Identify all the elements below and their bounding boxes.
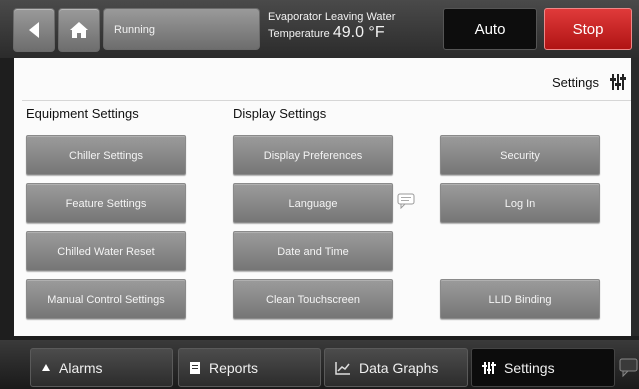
back-button[interactable] [13, 8, 55, 52]
evap-label-line2: Temperature 49.0 °F [268, 24, 438, 43]
evap-temperature-value: 49.0 °F [332, 24, 385, 41]
chat-bubble-icon [397, 193, 415, 209]
stop-button[interactable]: Stop [544, 8, 632, 50]
tab-reports-label: Reports [209, 359, 259, 376]
display-preferences-button[interactable]: Display Preferences [233, 135, 393, 175]
top-bar: Running Evaporator Leaving Water Tempera… [0, 0, 639, 58]
panel-title: Settings [552, 74, 599, 90]
auto-button[interactable]: Auto [443, 8, 537, 50]
chilled-water-reset-button[interactable]: Chilled Water Reset [26, 231, 186, 271]
tab-settings-label: Settings [504, 359, 555, 376]
settings-sliders-icon [482, 361, 496, 374]
tab-data-graphs-label: Data Graphs [359, 359, 439, 376]
chat-bubble-icon[interactable] [618, 356, 638, 378]
security-button[interactable]: Security [440, 135, 600, 175]
display-settings-title: Display Settings [233, 106, 327, 121]
bottom-nav: Alarms Reports Data Graphs Settings [0, 340, 639, 389]
language-button[interactable]: Language [233, 183, 393, 223]
tab-alarms[interactable]: Alarms [30, 348, 173, 387]
settings-sliders-icon [610, 74, 626, 90]
evaporator-readout: Evaporator Leaving Water Temperature 49.… [268, 10, 438, 43]
settings-panel: Settings Equipment Settings Display Sett… [14, 58, 631, 336]
header-divider [22, 100, 631, 101]
tab-reports[interactable]: Reports [178, 348, 321, 387]
home-icon [70, 22, 88, 38]
equipment-settings-title: Equipment Settings [26, 106, 139, 121]
home-button[interactable] [58, 8, 100, 52]
alarm-bell-icon [42, 363, 50, 371]
llid-binding-button[interactable]: LLID Binding [440, 279, 600, 319]
back-arrow-icon [29, 22, 39, 38]
tab-settings[interactable]: Settings [471, 348, 615, 387]
evap-label-line1: Evaporator Leaving Water [268, 11, 396, 23]
panel-right-edge [631, 58, 639, 336]
evap-label-temperature: Temperature [268, 28, 330, 40]
manual-control-settings-button[interactable]: Manual Control Settings [26, 279, 186, 319]
date-and-time-button[interactable]: Date and Time [233, 231, 393, 271]
feature-settings-button[interactable]: Feature Settings [26, 183, 186, 223]
clean-touchscreen-button[interactable]: Clean Touchscreen [233, 279, 393, 319]
log-in-button[interactable]: Log In [440, 183, 600, 223]
panel-header: Settings [552, 72, 631, 92]
tab-alarms-label: Alarms [59, 359, 103, 376]
run-status: Running [103, 8, 260, 50]
chart-icon [335, 361, 350, 375]
chiller-settings-button[interactable]: Chiller Settings [26, 135, 186, 175]
tab-data-graphs[interactable]: Data Graphs [324, 348, 468, 387]
report-document-icon [190, 361, 200, 374]
